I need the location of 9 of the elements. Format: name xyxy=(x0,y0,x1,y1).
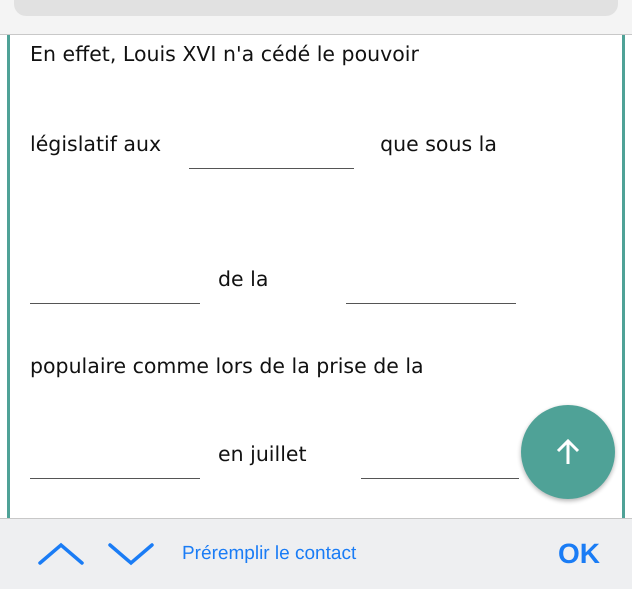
passage-text: En effet, Louis XVI n'a cédé le pouvoir xyxy=(30,41,419,67)
ok-button[interactable]: OK xyxy=(554,534,604,574)
prefill-contact-link[interactable]: Préremplir le contact xyxy=(178,539,360,569)
scroll-up-button[interactable] xyxy=(521,405,615,499)
passage-text: législatif aux xyxy=(30,131,162,157)
passage-text: en juillet xyxy=(218,441,307,467)
passage-text: de la xyxy=(218,266,268,292)
passage-text: populaire comme lors de la prise de la xyxy=(30,353,424,379)
passage-text: que sous la xyxy=(380,131,497,157)
